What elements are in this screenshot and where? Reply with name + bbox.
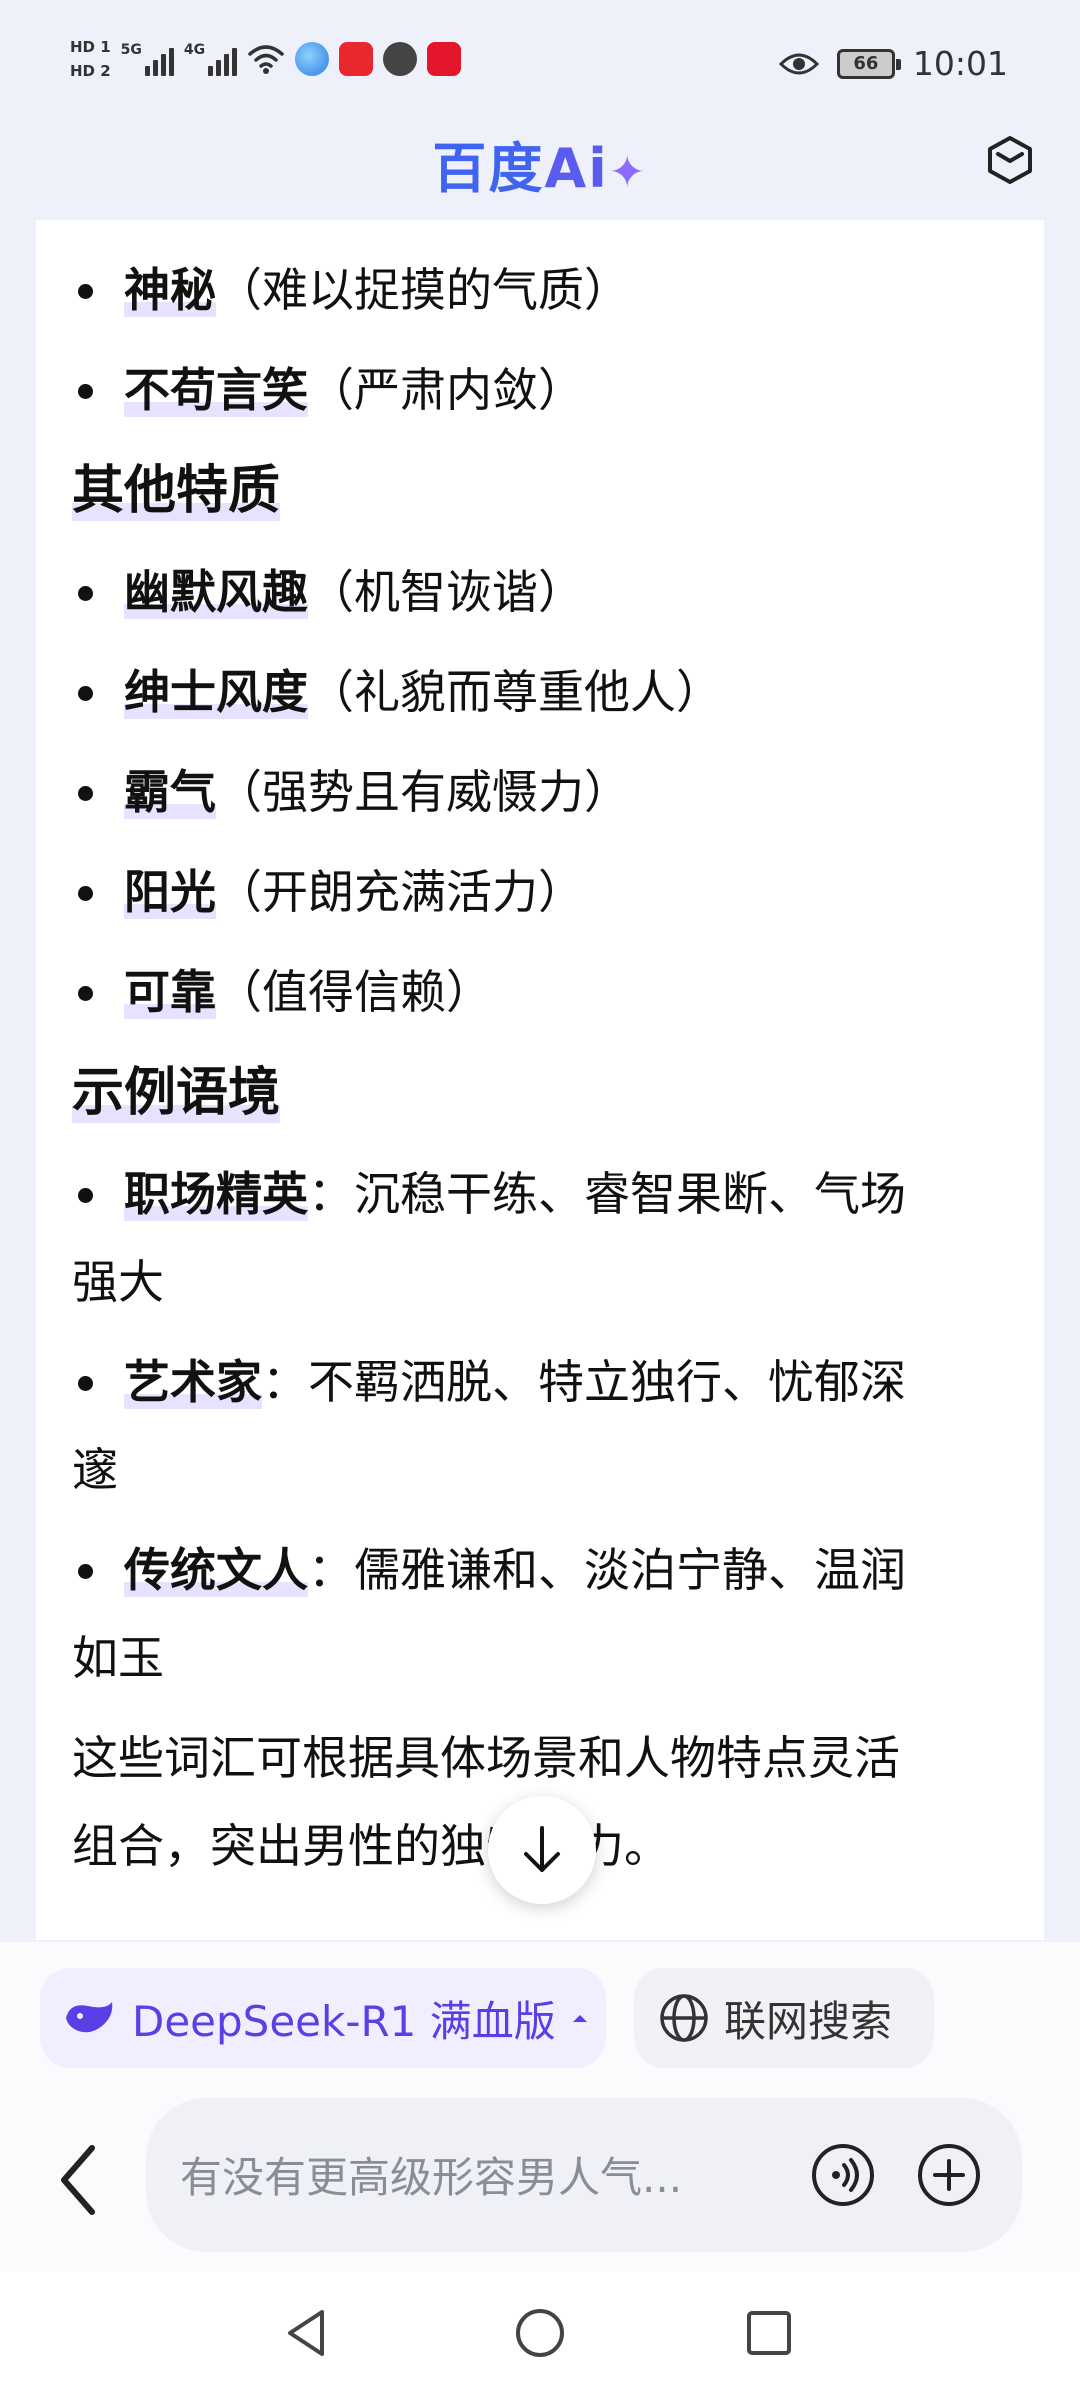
description: ：儒雅谦和、淡泊宁静、温润 <box>308 1543 906 1597</box>
description: （机智诙谐） <box>308 565 584 619</box>
globe-icon <box>660 1994 708 2042</box>
example-item: 传统文人：儒雅谦和、淡泊宁静、温润 如玉 <box>72 1526 992 1702</box>
model-label: DeepSeek-R1 满血版 <box>132 1996 556 2046</box>
hd-indicator: HD 1 HD 2 <box>70 38 111 80</box>
network-type-1: 5G <box>120 42 142 58</box>
status-bar: HD 1 HD 2 5G 4G 66 10:01 <box>0 0 1080 120</box>
list-item: 神秘（难以捉摸的气质） <box>72 240 992 340</box>
bullet <box>78 1376 93 1391</box>
description: （礼貌而尊重他人） <box>308 665 722 719</box>
logo-text: 百度 <box>432 137 545 200</box>
scroll-to-bottom-button[interactable] <box>488 1796 596 1904</box>
nav-recents-icon[interactable] <box>742 2306 796 2360</box>
back-chevron-icon[interactable] <box>50 2140 110 2220</box>
keyword: 霸气 <box>124 765 216 819</box>
answer-content: 神秘（难以捉摸的气质） 不苟言笑（严肃内敛） 其他特质 幽默风趣（机智诙谐） 绅… <box>72 240 992 1902</box>
keyword: 艺术家 <box>124 1355 262 1409</box>
bullet <box>78 886 93 901</box>
nav-back-icon[interactable] <box>282 2306 336 2360</box>
description: （严肃内敛） <box>308 363 584 417</box>
hd1-label: HD 1 <box>70 38 111 56</box>
list-item: 幽默风趣（机智诙谐） <box>72 542 992 642</box>
bullet <box>78 586 93 601</box>
description-continued: 如玉 <box>72 1631 164 1685</box>
cube-icon[interactable] <box>980 130 1040 190</box>
keyword: 绅士风度 <box>124 665 308 719</box>
example-item: 职场精英：沉稳干练、睿智果断、气场 强大 <box>72 1150 992 1326</box>
tmall-app-icon <box>427 42 462 76</box>
bullet <box>78 686 93 701</box>
battery-level: 66 <box>853 52 879 74</box>
signal-icon-1: 5G <box>121 42 174 76</box>
plus-circle-icon[interactable] <box>916 2142 982 2208</box>
description: （值得信赖） <box>216 965 492 1019</box>
web-search-toggle[interactable]: 联网搜索 <box>634 1968 934 2068</box>
battery-icon: 66 <box>836 48 901 79</box>
sparkle-icon: ✦ <box>608 147 648 198</box>
description: （强势且有威慑力） <box>216 765 630 819</box>
example-item: 艺术家：不羁洒脱、特立独行、忧郁深 邃 <box>72 1338 992 1514</box>
bullet <box>78 284 93 299</box>
eye-icon <box>778 53 819 74</box>
voice-call-icon[interactable] <box>810 2142 876 2208</box>
browser-app-icon <box>295 42 330 76</box>
bullet <box>78 986 93 1001</box>
description: （难以捉摸的气质） <box>216 263 630 317</box>
caret-up-icon <box>572 2015 587 2022</box>
keyword: 神秘 <box>124 263 216 317</box>
keyword: 幽默风趣 <box>124 565 308 619</box>
list-item: 可靠（值得信赖） <box>72 942 992 1042</box>
clock: 10:01 <box>912 44 1008 83</box>
bullet <box>78 1188 93 1203</box>
hd2-label: HD 2 <box>70 62 111 80</box>
network-type-2: 4G <box>183 42 206 58</box>
bullet <box>78 1564 93 1579</box>
keyword: 可靠 <box>124 965 216 1019</box>
description: （开朗充满活力） <box>216 865 584 919</box>
deepseek-whale-icon <box>66 2002 113 2033</box>
model-selector[interactable]: DeepSeek-R1 满血版 <box>40 1968 606 2068</box>
bullet <box>78 786 93 801</box>
shopping-app-icon <box>339 42 374 76</box>
description-continued: 邃 <box>72 1443 118 1497</box>
description: ：沉稳干练、睿智果断、气场 <box>308 1167 906 1221</box>
section-heading-example: 示例语境 <box>72 1063 281 1123</box>
description: ：不羁洒脱、特立独行、忧郁深 <box>262 1355 906 1409</box>
signal-icon-2: 4G <box>183 42 238 76</box>
wifi-icon <box>248 45 284 74</box>
keyword: 不苟言笑 <box>124 363 308 417</box>
keyword: 职场精英 <box>124 1167 308 1221</box>
logo-ai-text: Ai <box>544 137 609 200</box>
list-item: 阳光（开朗充满活力） <box>72 842 992 942</box>
description-continued: 强大 <box>72 1255 164 1309</box>
list-item: 绅士风度（礼貌而尊重他人） <box>72 642 992 742</box>
list-item: 霸气（强势且有威慑力） <box>72 742 992 842</box>
message-app-icon <box>383 42 418 76</box>
keyword: 阳光 <box>124 865 216 919</box>
chat-input-text[interactable]: 有没有更高级形容男人气... <box>180 2144 682 2205</box>
section-heading-other: 其他特质 <box>72 461 281 521</box>
nav-home-icon[interactable] <box>513 2306 567 2360</box>
arrow-down-icon <box>524 1826 560 1872</box>
summary-line: 这些词汇可根据具体场景和人物特点灵活 <box>72 1731 900 1785</box>
chat-input-bar[interactable]: 有没有更高级形容男人气... <box>146 2098 1022 2252</box>
bullet <box>78 384 93 399</box>
list-item: 不苟言笑（严肃内敛） <box>72 340 992 440</box>
search-label: 联网搜索 <box>724 1996 893 2046</box>
baidu-ai-logo: 百度Ai✦ <box>0 124 1080 203</box>
keyword: 传统文人 <box>124 1543 308 1597</box>
